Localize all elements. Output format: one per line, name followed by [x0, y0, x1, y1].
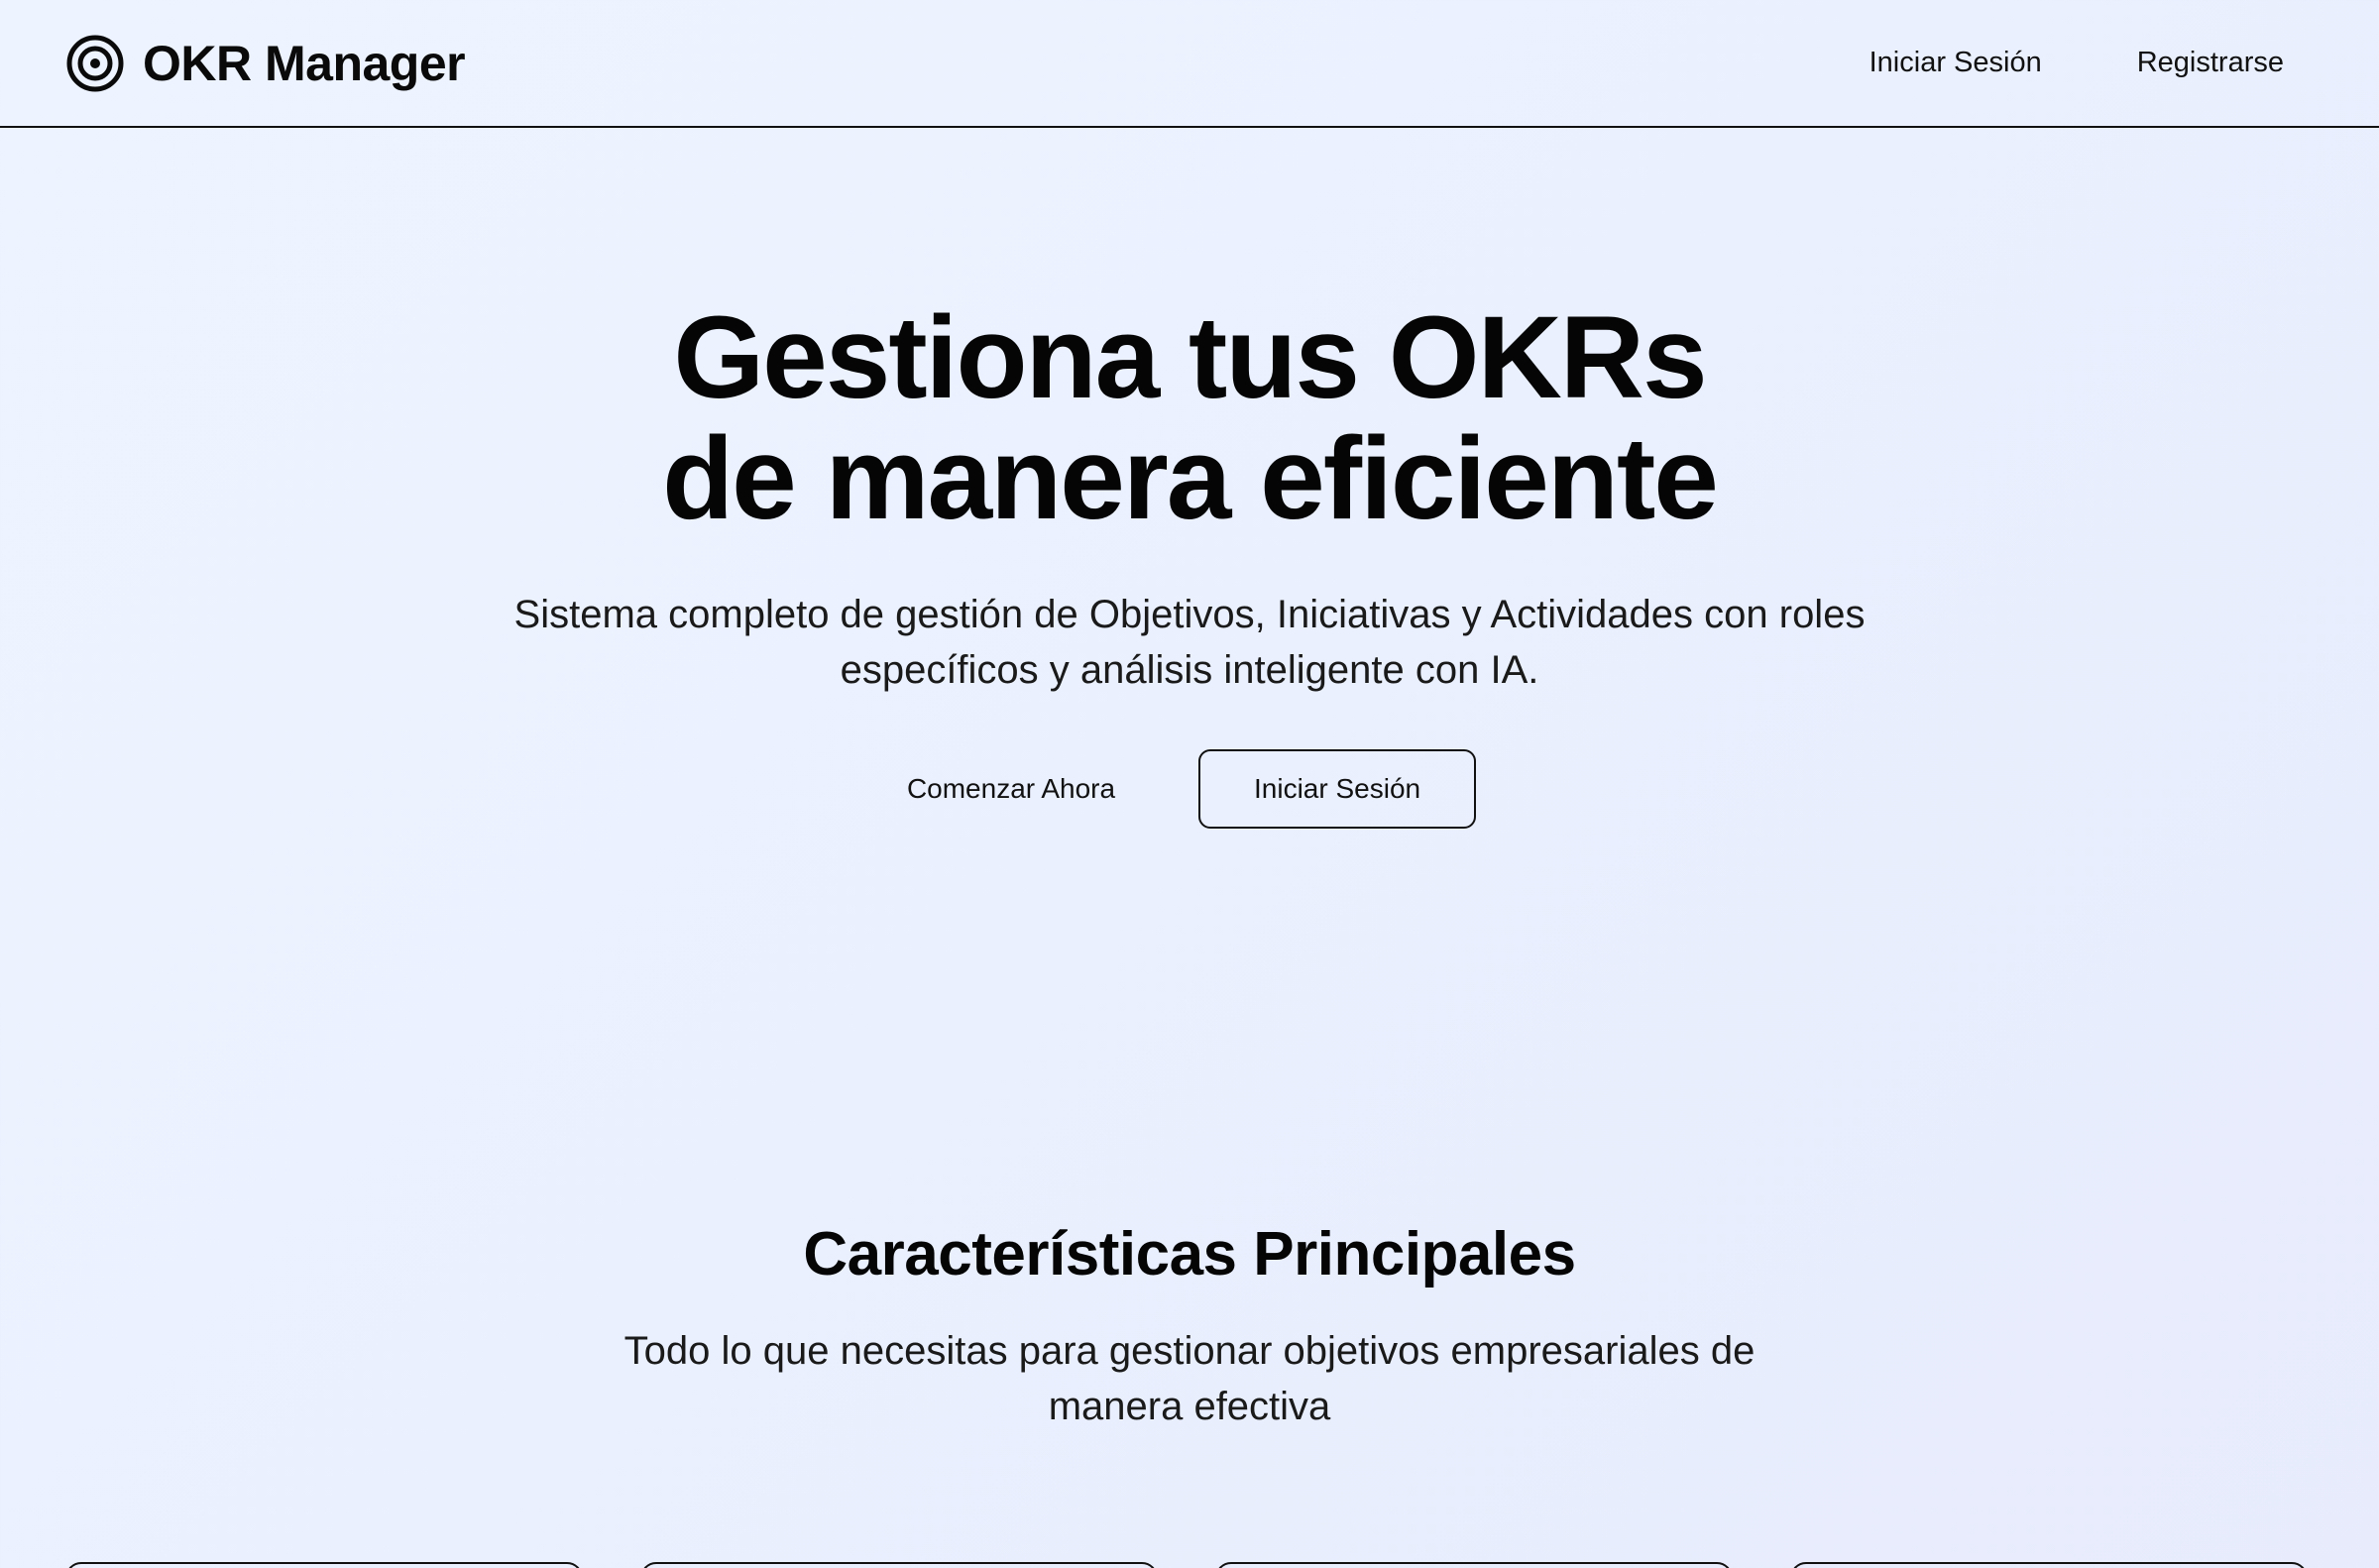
- header-nav: Iniciar Sesión Registrarse: [1869, 47, 2284, 79]
- brand[interactable]: OKR Manager: [65, 34, 466, 93]
- start-now-button[interactable]: Comenzar Ahora: [903, 751, 1119, 827]
- feature-card: [1215, 1562, 1733, 1568]
- features-section: Características Principales Todo lo que …: [0, 1219, 2379, 1434]
- features-title: Características Principales: [803, 1220, 1576, 1288]
- hero-title: Gestiona tus OKRs de manera eficiente: [0, 297, 2379, 539]
- hero-login-button[interactable]: Iniciar Sesión: [1198, 749, 1477, 829]
- nav-register-link[interactable]: Registrarse: [2137, 47, 2284, 79]
- feature-cards-row: [0, 1562, 2379, 1568]
- feature-card: [1790, 1562, 2308, 1568]
- target-icon: [66, 35, 124, 91]
- feature-card: [65, 1562, 583, 1568]
- hero-title-line-2: de manera eficiente: [662, 413, 1719, 544]
- hero-actions: Comenzar Ahora Iniciar Sesión: [0, 749, 2379, 829]
- hero-title-line-1: Gestiona tus OKRs: [673, 292, 1707, 423]
- features-subtitle: Todo lo que necesitas para gestionar obj…: [623, 1329, 1756, 1428]
- hero-section: Gestiona tus OKRs de manera eficiente Si…: [0, 297, 2379, 829]
- nav-login-link[interactable]: Iniciar Sesión: [1869, 47, 2042, 79]
- brand-name: OKR Manager: [143, 35, 466, 91]
- top-navbar: OKR Manager Iniciar Sesión Registrarse: [0, 0, 2379, 128]
- feature-card: [640, 1562, 1158, 1568]
- hero-subtitle: Sistema completo de gestión de Objetivos…: [513, 593, 1866, 692]
